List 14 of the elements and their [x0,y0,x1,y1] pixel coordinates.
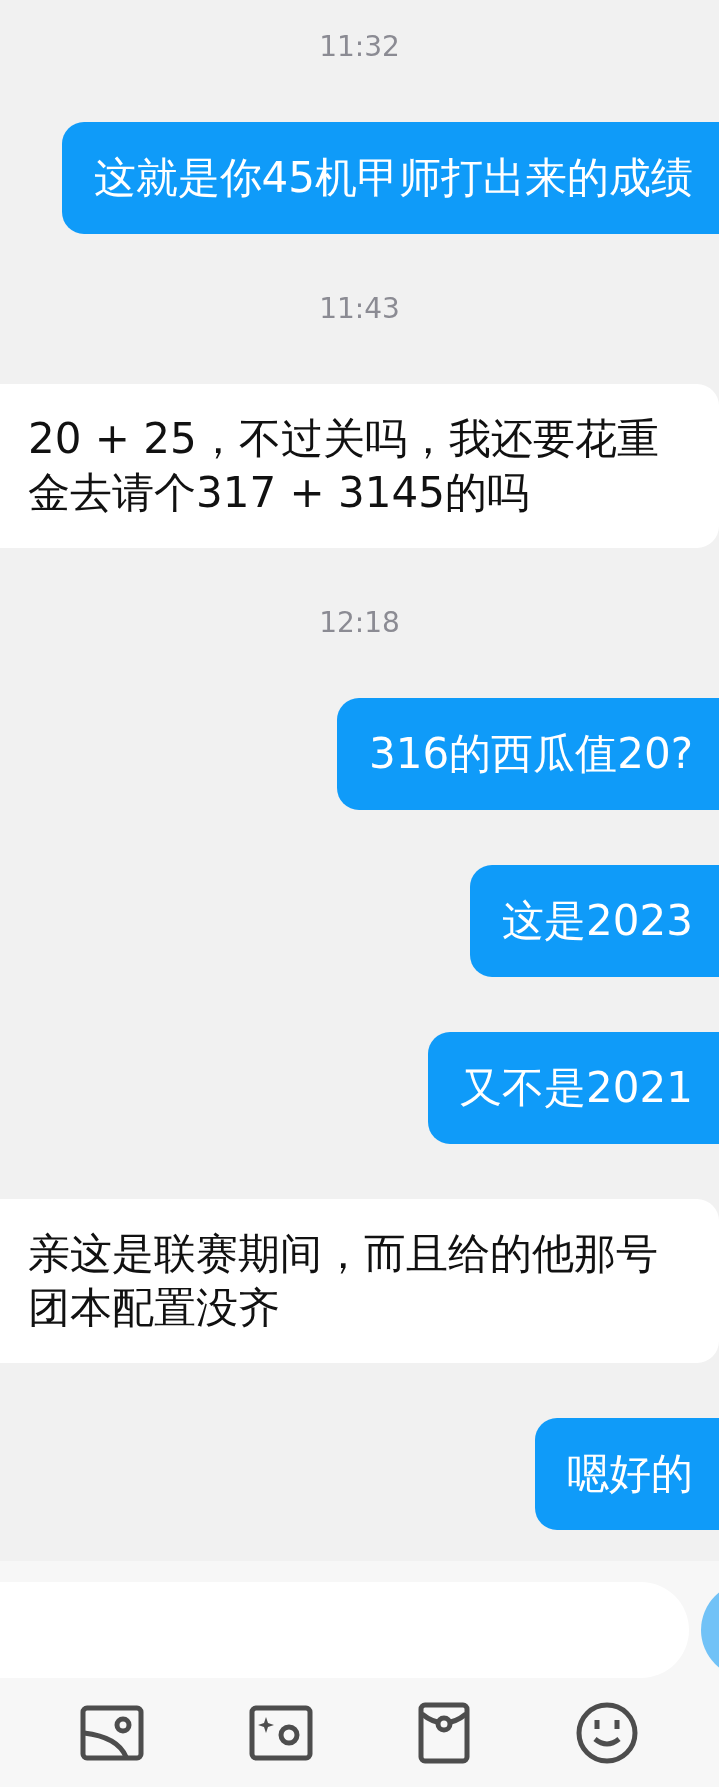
sent-message-bubble: 嗯好的 [535,1418,719,1530]
timestamp: 12:18 [319,605,400,641]
image-icon[interactable] [80,1704,145,1761]
sent-message-bubble: 316的西瓜值20? [337,698,719,810]
sent-message-bubble: 这是2023 [470,865,719,977]
timestamp: 11:43 [319,291,400,327]
timestamp: 11:32 [319,29,400,65]
sent-message-bubble: 这就是你45机甲师打出来的成绩 [61,122,719,234]
envelope-icon[interactable] [417,1701,470,1764]
camera-sparkle-icon[interactable] [249,1704,314,1761]
smiley-icon[interactable] [574,1700,639,1765]
received-message-bubble: 亲这是联赛期间，而且给的他那号团本配置没齐 [0,1199,719,1363]
sent-message-bubble: 又不是2021 [428,1032,719,1144]
received-message-bubble: 20 + 25，不过关吗，我还要花重金去请个317 + 3145的吗 [0,384,719,548]
